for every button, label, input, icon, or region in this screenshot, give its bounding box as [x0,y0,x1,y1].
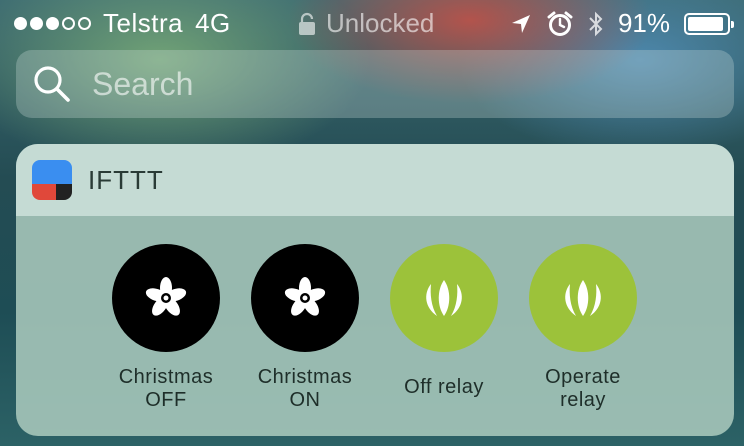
lock-icon [299,12,315,35]
ifttt-app-icon [32,160,72,200]
applet-christmas-on-button[interactable] [251,244,359,352]
battery-percent: 91% [617,8,670,38]
applet-list: Christmas OFF Christmas ON Off relay Ope… [16,216,734,436]
applet-operate-relay-button[interactable] [529,244,637,352]
applet-operate-relay[interactable]: Operate relay [513,244,653,412]
applet-label: Christmas ON [257,366,353,411]
adafruit-flower-icon [284,277,326,316]
network-type: 4G [195,8,231,38]
applet-christmas-off[interactable]: Christmas OFF [96,244,236,412]
applet-label: Operate relay [545,366,621,411]
applet-christmas-off-button[interactable] [112,244,220,352]
carrier-name: Telstra [103,8,184,38]
applet-off-relay-button[interactable] [390,244,498,352]
applet-label: Off relay [404,376,484,398]
status-bar-left: Telstra 4G [14,8,231,39]
alarm-icon [547,11,573,36]
search-icon [34,66,70,102]
search-input[interactable] [90,64,694,104]
lock-status-text: Unlocked [326,8,435,38]
location-arrow-icon [511,14,530,33]
applet-christmas-on[interactable]: Christmas ON [235,244,375,412]
bluetooth-icon [589,11,603,36]
particle-leaf-icon [426,280,462,316]
widget-title: IFTTT [88,164,164,195]
ifttt-widget: IFTTT Christmas OFF Christmas ON Off rel… [16,144,734,436]
particle-leaf-icon [565,280,601,316]
applet-label: Christmas OFF [118,366,214,411]
status-bar: Telstra 4G Unlocked 91% [0,0,744,48]
status-bar-right: 91% [510,8,734,39]
search-bar[interactable] [16,50,734,118]
widget-header[interactable]: IFTTT [16,144,734,216]
lock-status: Unlocked [298,8,434,39]
signal-strength-icon [14,17,91,30]
battery-icon [684,12,734,35]
adafruit-flower-icon [145,277,187,316]
applet-off-relay[interactable]: Off relay [374,244,514,399]
